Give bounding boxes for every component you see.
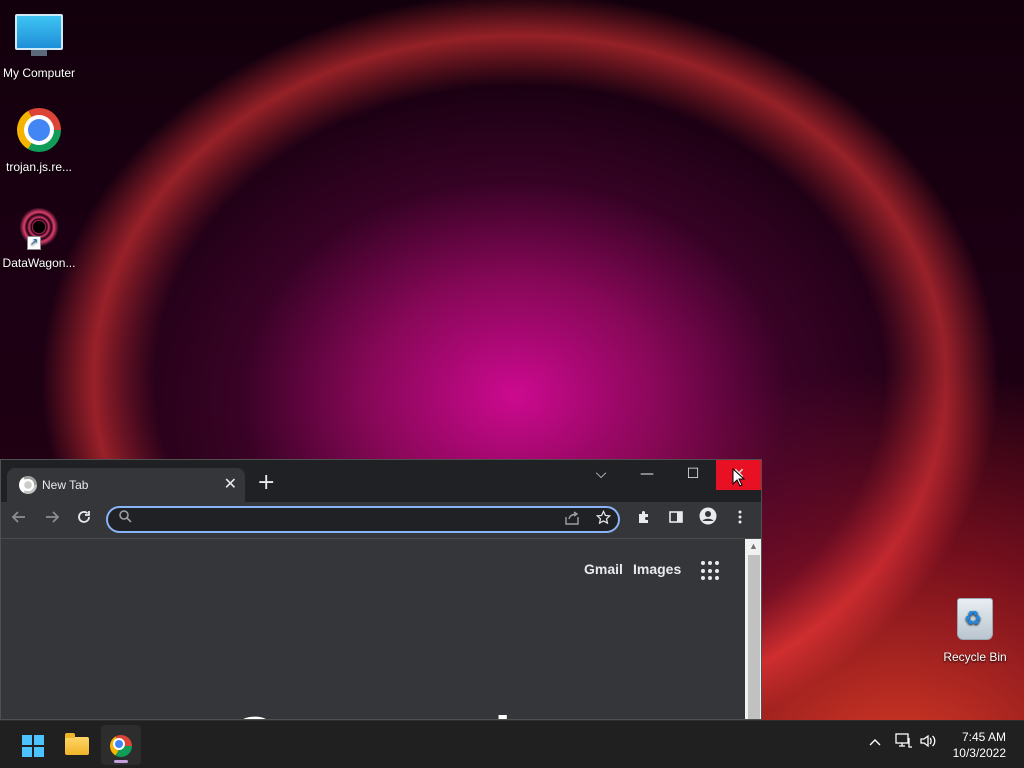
icon-label: DataWagon... xyxy=(2,256,76,270)
google-apps-icon[interactable] xyxy=(701,561,721,581)
recycle-bin-desktop-icon[interactable]: Recycle Bin xyxy=(937,596,1013,664)
gmail-link[interactable]: Gmail xyxy=(584,561,623,577)
volume-icon[interactable] xyxy=(919,733,937,753)
extensions-button[interactable] xyxy=(630,506,658,534)
minimize-button[interactable]: — xyxy=(624,460,670,490)
address-input[interactable] xyxy=(142,510,556,532)
trojan-file-desktop-icon[interactable]: trojan.js.re... xyxy=(1,106,77,174)
chrome-tab-icon xyxy=(19,476,37,497)
address-bar[interactable] xyxy=(106,506,620,533)
icon-label: My Computer xyxy=(2,66,76,80)
shortcut-arrow-icon: ↗ xyxy=(27,236,41,250)
browser-toolbar xyxy=(1,502,761,539)
arrow-left-icon xyxy=(11,511,25,523)
account-icon xyxy=(699,507,717,525)
chrome-taskbar-button[interactable] xyxy=(101,725,141,765)
icon-label: Recycle Bin xyxy=(943,650,1007,664)
scroll-thumb[interactable] xyxy=(748,555,760,719)
side-panel-icon xyxy=(669,511,683,523)
clock-date: 10/3/2022 xyxy=(952,746,1006,760)
chrome-icon xyxy=(15,108,63,156)
profile-button[interactable] xyxy=(694,506,722,534)
system-clock[interactable]: 7:45 AM 10/3/2022 xyxy=(953,729,1006,761)
datawagon-desktop-icon[interactable]: ↗ DataWagon... xyxy=(1,204,77,270)
back-button[interactable] xyxy=(5,506,33,534)
arrow-right-icon xyxy=(46,511,60,523)
running-indicator xyxy=(114,760,128,763)
recycle-bin-icon xyxy=(951,598,999,646)
menu-button[interactable] xyxy=(726,506,754,534)
file-explorer-taskbar-button[interactable] xyxy=(56,725,96,765)
new-tab-page: Gmail Images G l xyxy=(1,539,745,719)
my-computer-desktop-icon[interactable]: My Computer xyxy=(1,10,77,80)
tab-title: New Tab xyxy=(42,478,89,492)
show-hidden-icons-chevron-icon[interactable] xyxy=(868,735,882,751)
datawagon-icon: ↗ xyxy=(15,204,63,252)
chrome-icon xyxy=(110,735,132,762)
scroll-up-icon[interactable]: ▲ xyxy=(749,541,758,551)
clock-time: 7:45 AM xyxy=(961,730,1006,744)
side-panel-button[interactable] xyxy=(662,506,690,534)
more-vert-icon xyxy=(738,510,742,524)
search-icon xyxy=(118,509,132,527)
reload-icon xyxy=(78,511,90,523)
page-scrollbar[interactable]: ▲ xyxy=(745,539,761,719)
mouse-cursor-icon xyxy=(732,468,746,487)
bookmark-star-icon[interactable] xyxy=(595,509,612,529)
new-tab-button[interactable]: + xyxy=(257,470,275,495)
chrome-window: New Tab ✕ + ⌵ — ☐ ✕ xyxy=(0,459,762,720)
folder-icon xyxy=(65,733,89,755)
share-icon[interactable] xyxy=(564,511,580,529)
network-icon[interactable] xyxy=(895,733,913,753)
computer-icon xyxy=(15,14,63,62)
maximize-button[interactable]: ☐ xyxy=(670,460,716,490)
windows-logo-icon xyxy=(22,735,44,757)
taskbar: 7:45 AM 10/3/2022 xyxy=(0,720,1024,768)
tab-new-tab[interactable]: New Tab ✕ xyxy=(7,468,245,502)
puzzle-icon xyxy=(639,511,648,523)
forward-button[interactable] xyxy=(38,506,66,534)
icon-label: trojan.js.re... xyxy=(5,160,73,174)
tab-search-dropdown-button[interactable]: ⌵ xyxy=(578,460,624,490)
images-link[interactable]: Images xyxy=(633,561,681,577)
tab-close-icon[interactable]: ✕ xyxy=(224,474,237,494)
reload-button[interactable] xyxy=(70,506,98,534)
google-logo: G l xyxy=(231,704,611,719)
start-button[interactable] xyxy=(12,725,52,765)
title-bar[interactable]: New Tab ✕ + ⌵ — ☐ ✕ xyxy=(1,460,761,502)
